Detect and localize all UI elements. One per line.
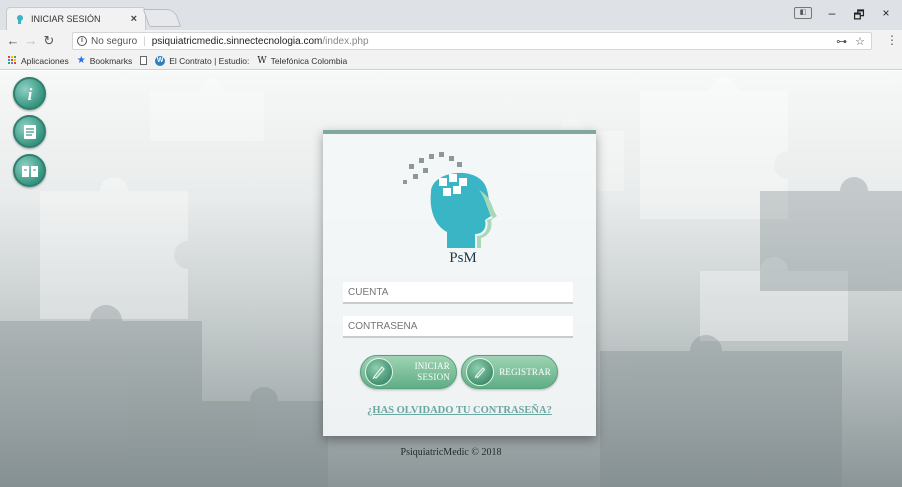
browser-tab[interactable]: INICIAR SESIÓN × — [6, 7, 146, 30]
bookmark-telefonica[interactable]: W Telefónica Colombia — [257, 56, 347, 66]
logo-head-puzzle-icon: PsM — [403, 152, 497, 266]
address-bar[interactable]: i No seguro | psiquiatricmedic.sinnectec… — [72, 32, 872, 50]
bookmark-apps[interactable]: Aplicaciones — [8, 56, 69, 66]
bookmark-page[interactable] — [140, 56, 148, 65]
pen-icon — [365, 358, 393, 386]
url-path: /index.php — [322, 35, 369, 47]
browser-toolbar: ← → ↻ i No seguro | psiquiatricmedic.sin… — [0, 30, 902, 52]
bookmark-el-contrato[interactable]: W El Contrato | Estudio: — [155, 55, 250, 66]
favicon-icon — [15, 14, 25, 24]
browser-menu-icon[interactable]: ⋮ — [886, 33, 898, 47]
tab-strip: INICIAR SESIÓN × ◧ – 🗗 × — [0, 0, 902, 30]
bookmarks-bar: Aplicaciones ★ Bookmarks W El Contrato |… — [0, 52, 902, 70]
register-button[interactable]: REGISTRAR — [461, 355, 558, 389]
bookmark-bookmarks[interactable]: ★ Bookmarks — [77, 55, 132, 66]
svg-text:i: i — [27, 85, 32, 104]
pencil-icon — [466, 358, 494, 386]
new-tab-button[interactable] — [142, 9, 182, 27]
url-host: psiquiatricmedic.sinnectecnologia.com — [151, 35, 323, 47]
bookmark-star-icon[interactable]: ☆ — [855, 35, 865, 48]
register-button-label: REGISTRAR — [499, 366, 551, 377]
star-icon: ★ — [76, 55, 86, 66]
login-label-line1: INICIAR — [414, 361, 450, 371]
login-label-line2: SESION — [417, 372, 450, 382]
user-profile-icon[interactable]: ◧ — [794, 7, 812, 19]
info-icon[interactable]: i — [13, 77, 46, 110]
password-input[interactable] — [343, 316, 573, 338]
minimize-button[interactable]: – — [822, 6, 842, 20]
page-icon — [140, 56, 148, 65]
forgot-password-link[interactable]: ¿HAS OLVIDADO TU CONTRASEÑA? — [323, 405, 596, 416]
security-status[interactable]: No seguro — [91, 36, 137, 47]
tab-title: INICIAR SESIÓN — [31, 14, 101, 24]
login-button-label: INICIAR SESION — [393, 361, 456, 383]
back-arrow-icon[interactable]: ← — [6, 33, 20, 49]
address-separator: | — [143, 35, 146, 47]
tab-close-icon[interactable]: × — [131, 13, 137, 25]
w-icon: W — [257, 55, 267, 66]
maximize-button[interactable]: 🗗 — [849, 6, 869, 27]
forward-arrow-icon[interactable]: → — [24, 33, 38, 49]
document-icon[interactable] — [13, 115, 46, 148]
page-content: i PsM INICIAR — [0, 71, 902, 487]
login-card: PsM INICIAR SESION REGISTRAR ¿HAS OLVIDA… — [323, 130, 596, 436]
bookmark-label: Bookmarks — [89, 55, 133, 66]
close-window-button[interactable]: × — [876, 6, 896, 20]
bookmark-label: Aplicaciones — [21, 55, 69, 66]
wordpress-icon: W — [155, 55, 166, 66]
login-button[interactable]: INICIAR SESION — [360, 355, 457, 389]
apps-icon — [8, 56, 17, 65]
logo-text: PsM — [449, 250, 477, 266]
book-icon[interactable] — [13, 154, 46, 187]
info-circle-icon[interactable]: i — [77, 36, 87, 46]
bookmark-label: El Contrato | Estudio: — [169, 55, 250, 66]
reload-icon[interactable]: ↻ — [42, 33, 56, 49]
key-icon[interactable]: ⊶ — [836, 35, 847, 48]
footer-copyright: PsiquiatricMedic © 2018 — [400, 447, 502, 458]
username-input[interactable] — [343, 282, 573, 304]
bookmark-label: Telefónica Colombia — [270, 55, 348, 66]
